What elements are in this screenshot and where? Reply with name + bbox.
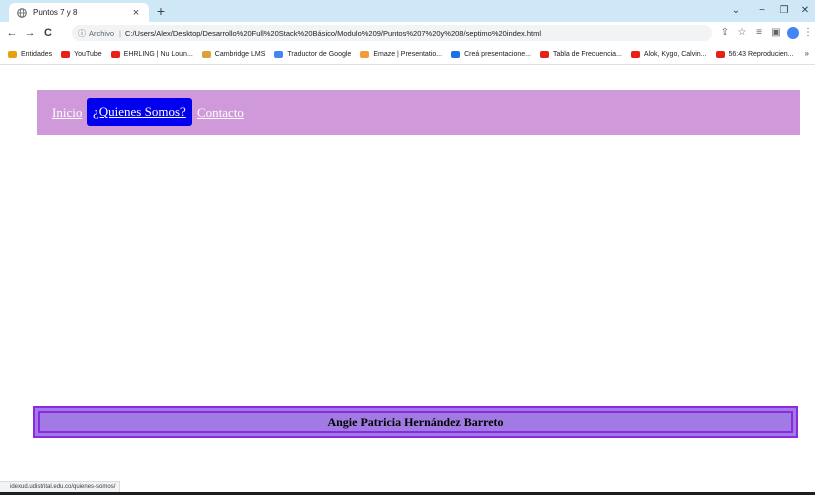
bookmark-favicon-icon — [630, 50, 640, 58]
bookmark-item[interactable]: 56:43 Reproducien... — [715, 50, 794, 58]
page-footer: Angie Patricia Hernández Barreto — [33, 406, 798, 438]
bookmark-label: Entidades — [21, 50, 53, 58]
back-icon[interactable]: ← — [4, 25, 20, 41]
tab-strip: Puntos 7 y 8 × + ⌄ − ❐ ✕ — [0, 0, 815, 22]
nav-menu: Inicio ¿Quienes Somos? Contacto — [37, 90, 800, 135]
minimize-icon[interactable]: − — [754, 3, 770, 19]
bookmark-favicon-icon — [61, 50, 71, 58]
page-viewport: Inicio ¿Quienes Somos? Contacto Angie Pa… — [0, 65, 815, 482]
share-icon[interactable]: ⇪ — [718, 25, 732, 41]
new-tab-button[interactable]: + — [153, 3, 169, 19]
tab-close-icon[interactable]: × — [129, 6, 143, 20]
bookmarks-bar: Entidades YouTube EHRLING | Nu Loun... Camb… — [0, 44, 815, 65]
nav-link-inicio[interactable]: Inicio — [52, 105, 82, 121]
sidebar-icon[interactable]: ▣ — [769, 25, 783, 41]
restore-icon[interactable]: ❐ — [776, 3, 792, 19]
info-icon[interactable]: ⓘ — [78, 28, 86, 39]
bookmark-item[interactable]: Alok, Kygo, Calvin... — [630, 50, 707, 58]
bookmark-label: Emaze | Presentatio... — [373, 50, 443, 58]
window-close-icon[interactable]: ✕ — [797, 3, 813, 19]
bookmark-item[interactable]: Emaze | Presentatio... — [360, 50, 443, 58]
bookmarks-more-icon[interactable]: » — [805, 44, 809, 64]
bookmark-favicon-icon — [8, 50, 17, 58]
bookmark-item[interactable]: YouTube — [61, 50, 102, 58]
footer-name: Angie Patricia Hernández Barreto — [38, 411, 793, 433]
bookmark-label: Cambridge LMS — [214, 50, 266, 58]
nav-link-quienes-somos[interactable]: ¿Quienes Somos? — [87, 98, 192, 126]
scheme-label: Archivo — [89, 28, 115, 38]
bookmark-favicon-icon — [274, 50, 284, 58]
address-separator: | — [119, 28, 121, 38]
browser-toolbar: ← → C ⓘ Archivo | C:/Users/Alex/Desktop/… — [0, 22, 815, 44]
browser-tab[interactable]: Puntos 7 y 8 × — [9, 3, 149, 22]
bookmark-label: Creá presentacione... — [464, 50, 531, 58]
forward-icon[interactable]: → — [22, 25, 38, 41]
bookmark-label: YouTube — [74, 50, 102, 58]
bookmark-label: 56:43 Reproducien... — [728, 50, 794, 58]
profile-avatar[interactable] — [787, 27, 799, 39]
address-bar[interactable]: ⓘ Archivo | C:/Users/Alex/Desktop/Desarr… — [72, 25, 712, 41]
menu-icon[interactable]: ⋮ — [801, 25, 815, 41]
bookmark-favicon-icon — [360, 50, 370, 58]
tab-search-icon[interactable]: ⌄ — [728, 3, 744, 19]
bookmark-label: EHRLING | Nu Loun... — [123, 50, 193, 58]
globe-icon — [17, 7, 27, 18]
bookmark-favicon-icon — [110, 50, 120, 58]
bookmark-item[interactable]: EHRLING | Nu Loun... — [110, 50, 193, 58]
bookmark-item[interactable]: Cambridge LMS — [201, 50, 266, 58]
bookmark-favicon-icon — [540, 50, 549, 58]
bookmark-item[interactable]: Entidades — [8, 50, 53, 58]
star-icon[interactable]: ☆ — [735, 25, 749, 41]
bookmark-item[interactable]: Creá presentacione... — [451, 50, 531, 58]
tab-title: Puntos 7 y 8 — [33, 8, 78, 17]
bookmark-item[interactable]: Tabla de Frecuencia... — [540, 50, 622, 58]
bookmark-favicon-icon — [715, 50, 725, 58]
address-url[interactable]: C:/Users/Alex/Desktop/Desarrollo%20Full%… — [125, 29, 541, 38]
bookmark-label: Tabla de Frecuencia... — [553, 50, 622, 58]
bookmark-label: Traductor de Google — [287, 50, 352, 58]
reload-icon[interactable]: C — [40, 25, 56, 41]
bookmark-label: Alok, Kygo, Calvin... — [643, 50, 707, 58]
bookmark-favicon-icon — [201, 50, 211, 58]
nav-link-contacto[interactable]: Contacto — [197, 105, 244, 121]
bookmark-favicon-icon — [451, 50, 461, 58]
bookmark-item[interactable]: Traductor de Google — [274, 50, 352, 58]
reading-list-icon[interactable]: ≡ — [752, 25, 766, 41]
